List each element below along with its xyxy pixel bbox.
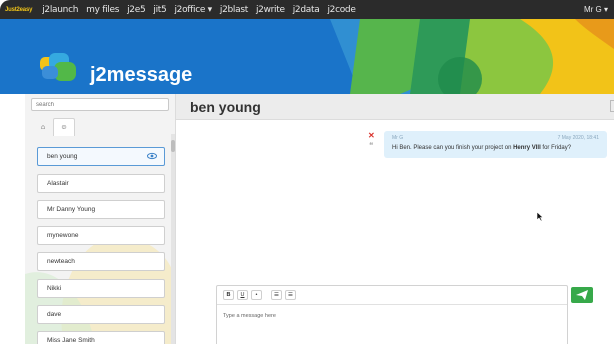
brand-logo[interactable]: Just2easy: [0, 0, 38, 19]
send-button[interactable]: [571, 287, 593, 303]
header-control[interactable]: [610, 100, 614, 112]
message-composer[interactable]: B U • ☰ ☰ Type a message here: [216, 285, 568, 344]
tab-groups[interactable]: ☺: [53, 118, 75, 136]
conversation-header: ben young: [176, 94, 614, 120]
contact-name: ben young: [47, 153, 78, 160]
brand-name: Just2easy: [5, 6, 33, 13]
nav-item-j2code[interactable]: j2code: [323, 5, 359, 15]
bold-button[interactable]: B: [223, 290, 234, 300]
contacts-sidebar: ⌂ ☺ ben young Alastair Mr Danny Young my…: [25, 94, 176, 344]
mouse-pointer-icon: [536, 211, 544, 222]
message-bubble: Mr G 7 May 2020, 18:41 Hi Ben. Please ca…: [384, 131, 607, 158]
contact-name: Mr Danny Young: [47, 206, 96, 213]
nav-item-j2launch[interactable]: j2launch: [38, 5, 82, 15]
contact-item[interactable]: newteach: [37, 252, 165, 271]
contact-item[interactable]: Alastair: [37, 174, 165, 193]
bullet-list-button[interactable]: ☰: [271, 290, 282, 300]
highlight-button[interactable]: •: [251, 290, 262, 300]
contact-name: newteach: [47, 258, 75, 265]
message-input-placeholder: Type a message here: [223, 313, 276, 319]
nav-item-j2write[interactable]: j2write: [252, 5, 289, 15]
user-menu[interactable]: Mr G ▾: [584, 0, 608, 19]
contact-name: Miss Jane Smith: [47, 337, 95, 344]
group-icon: ☺: [60, 124, 68, 131]
send-icon: [576, 290, 588, 300]
nav-item-j2office[interactable]: j2office ▾: [170, 5, 215, 15]
contact-name: dave: [47, 311, 62, 318]
nav-item-j2blast[interactable]: j2blast: [216, 5, 252, 15]
app-title: j2message: [90, 64, 193, 86]
nav-item-jit5[interactable]: jit5: [149, 5, 170, 15]
app-banner: j2message: [0, 19, 614, 94]
contact-name: mynewone: [47, 232, 79, 239]
top-nav: Just2easy j2launch my files j2e5 jit5 j2…: [0, 0, 614, 19]
contact-name: Nikki: [47, 285, 62, 292]
contact-item[interactable]: mynewone: [37, 226, 165, 245]
numbered-list-button[interactable]: ☰: [285, 290, 296, 300]
sidebar-scrollbar-thumb[interactable]: [171, 140, 175, 152]
message-sender: Mr G: [392, 135, 404, 141]
sidebar-scrollbar[interactable]: [171, 134, 175, 344]
sidebar-tabs: ⌂ ☺: [35, 118, 75, 136]
nav-item-my-files[interactable]: my files: [82, 5, 123, 15]
underline-button[interactable]: U: [237, 290, 248, 300]
contact-item[interactable]: dave: [37, 305, 165, 324]
formatting-toolbar: B U • ☰ ☰: [217, 286, 567, 305]
delete-icon[interactable]: ✕: [368, 131, 375, 140]
quote-icon[interactable]: ❝: [369, 141, 373, 150]
contact-item[interactable]: Miss Jane Smith: [37, 331, 165, 344]
contact-item[interactable]: Nikki: [37, 279, 165, 298]
home-icon: ⌂: [40, 124, 46, 131]
contact-item[interactable]: Mr Danny Young: [37, 200, 165, 219]
tab-home[interactable]: ⌂: [35, 120, 51, 135]
eye-icon: [147, 152, 157, 160]
search-input[interactable]: [31, 98, 169, 111]
conversation-title: ben young: [190, 99, 261, 115]
nav-item-j2data[interactable]: j2data: [289, 5, 324, 15]
conversation-panel: ben young ✕ ❝ Mr G 7 May 2020, 18:41 Hi …: [176, 94, 614, 344]
message-timestamp: 7 May 2020, 18:41: [557, 135, 599, 141]
nav-item-j2e5[interactable]: j2e5: [123, 5, 149, 15]
contact-item[interactable]: ben young: [37, 147, 165, 166]
app-window: Just2easy j2launch my files j2e5 jit5 j2…: [0, 0, 614, 344]
contact-name: Alastair: [47, 180, 69, 187]
message-text: Hi Ben. Please can you finish your proje…: [392, 145, 572, 151]
